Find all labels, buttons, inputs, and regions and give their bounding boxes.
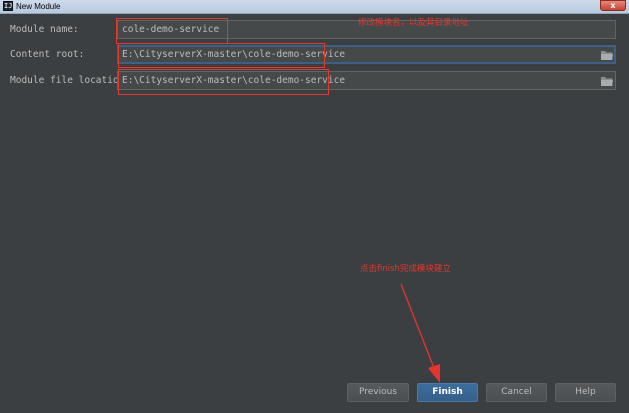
content-root-label: Content root: <box>10 49 85 60</box>
intellij-app-icon: IJ <box>3 1 13 11</box>
close-button[interactable]: x <box>600 0 626 11</box>
annotation-click-finish: 点击finish完成模块建立 <box>360 264 451 274</box>
title-bar: IJ New Module x <box>0 0 629 14</box>
module-file-location-input[interactable]: E:\CityserverX-master\cole-demo-service <box>117 71 616 90</box>
annotation-rename-module: 修改模块名，以及其目录地址 <box>358 18 469 28</box>
content-root-input[interactable]: E:\CityserverX-master\cole-demo-service <box>117 45 616 64</box>
help-button[interactable]: Help <box>555 383 616 402</box>
module-file-location-label: Module file location: <box>10 75 131 86</box>
window-title: New Module <box>16 2 61 11</box>
browse-folder-icon[interactable] <box>600 75 614 87</box>
module-name-label: Module name: <box>10 24 79 35</box>
cancel-button[interactable]: Cancel <box>486 383 547 402</box>
previous-button[interactable]: Previous <box>347 383 409 402</box>
finish-button[interactable]: Finish <box>417 383 478 402</box>
browse-folder-icon[interactable] <box>600 49 614 61</box>
